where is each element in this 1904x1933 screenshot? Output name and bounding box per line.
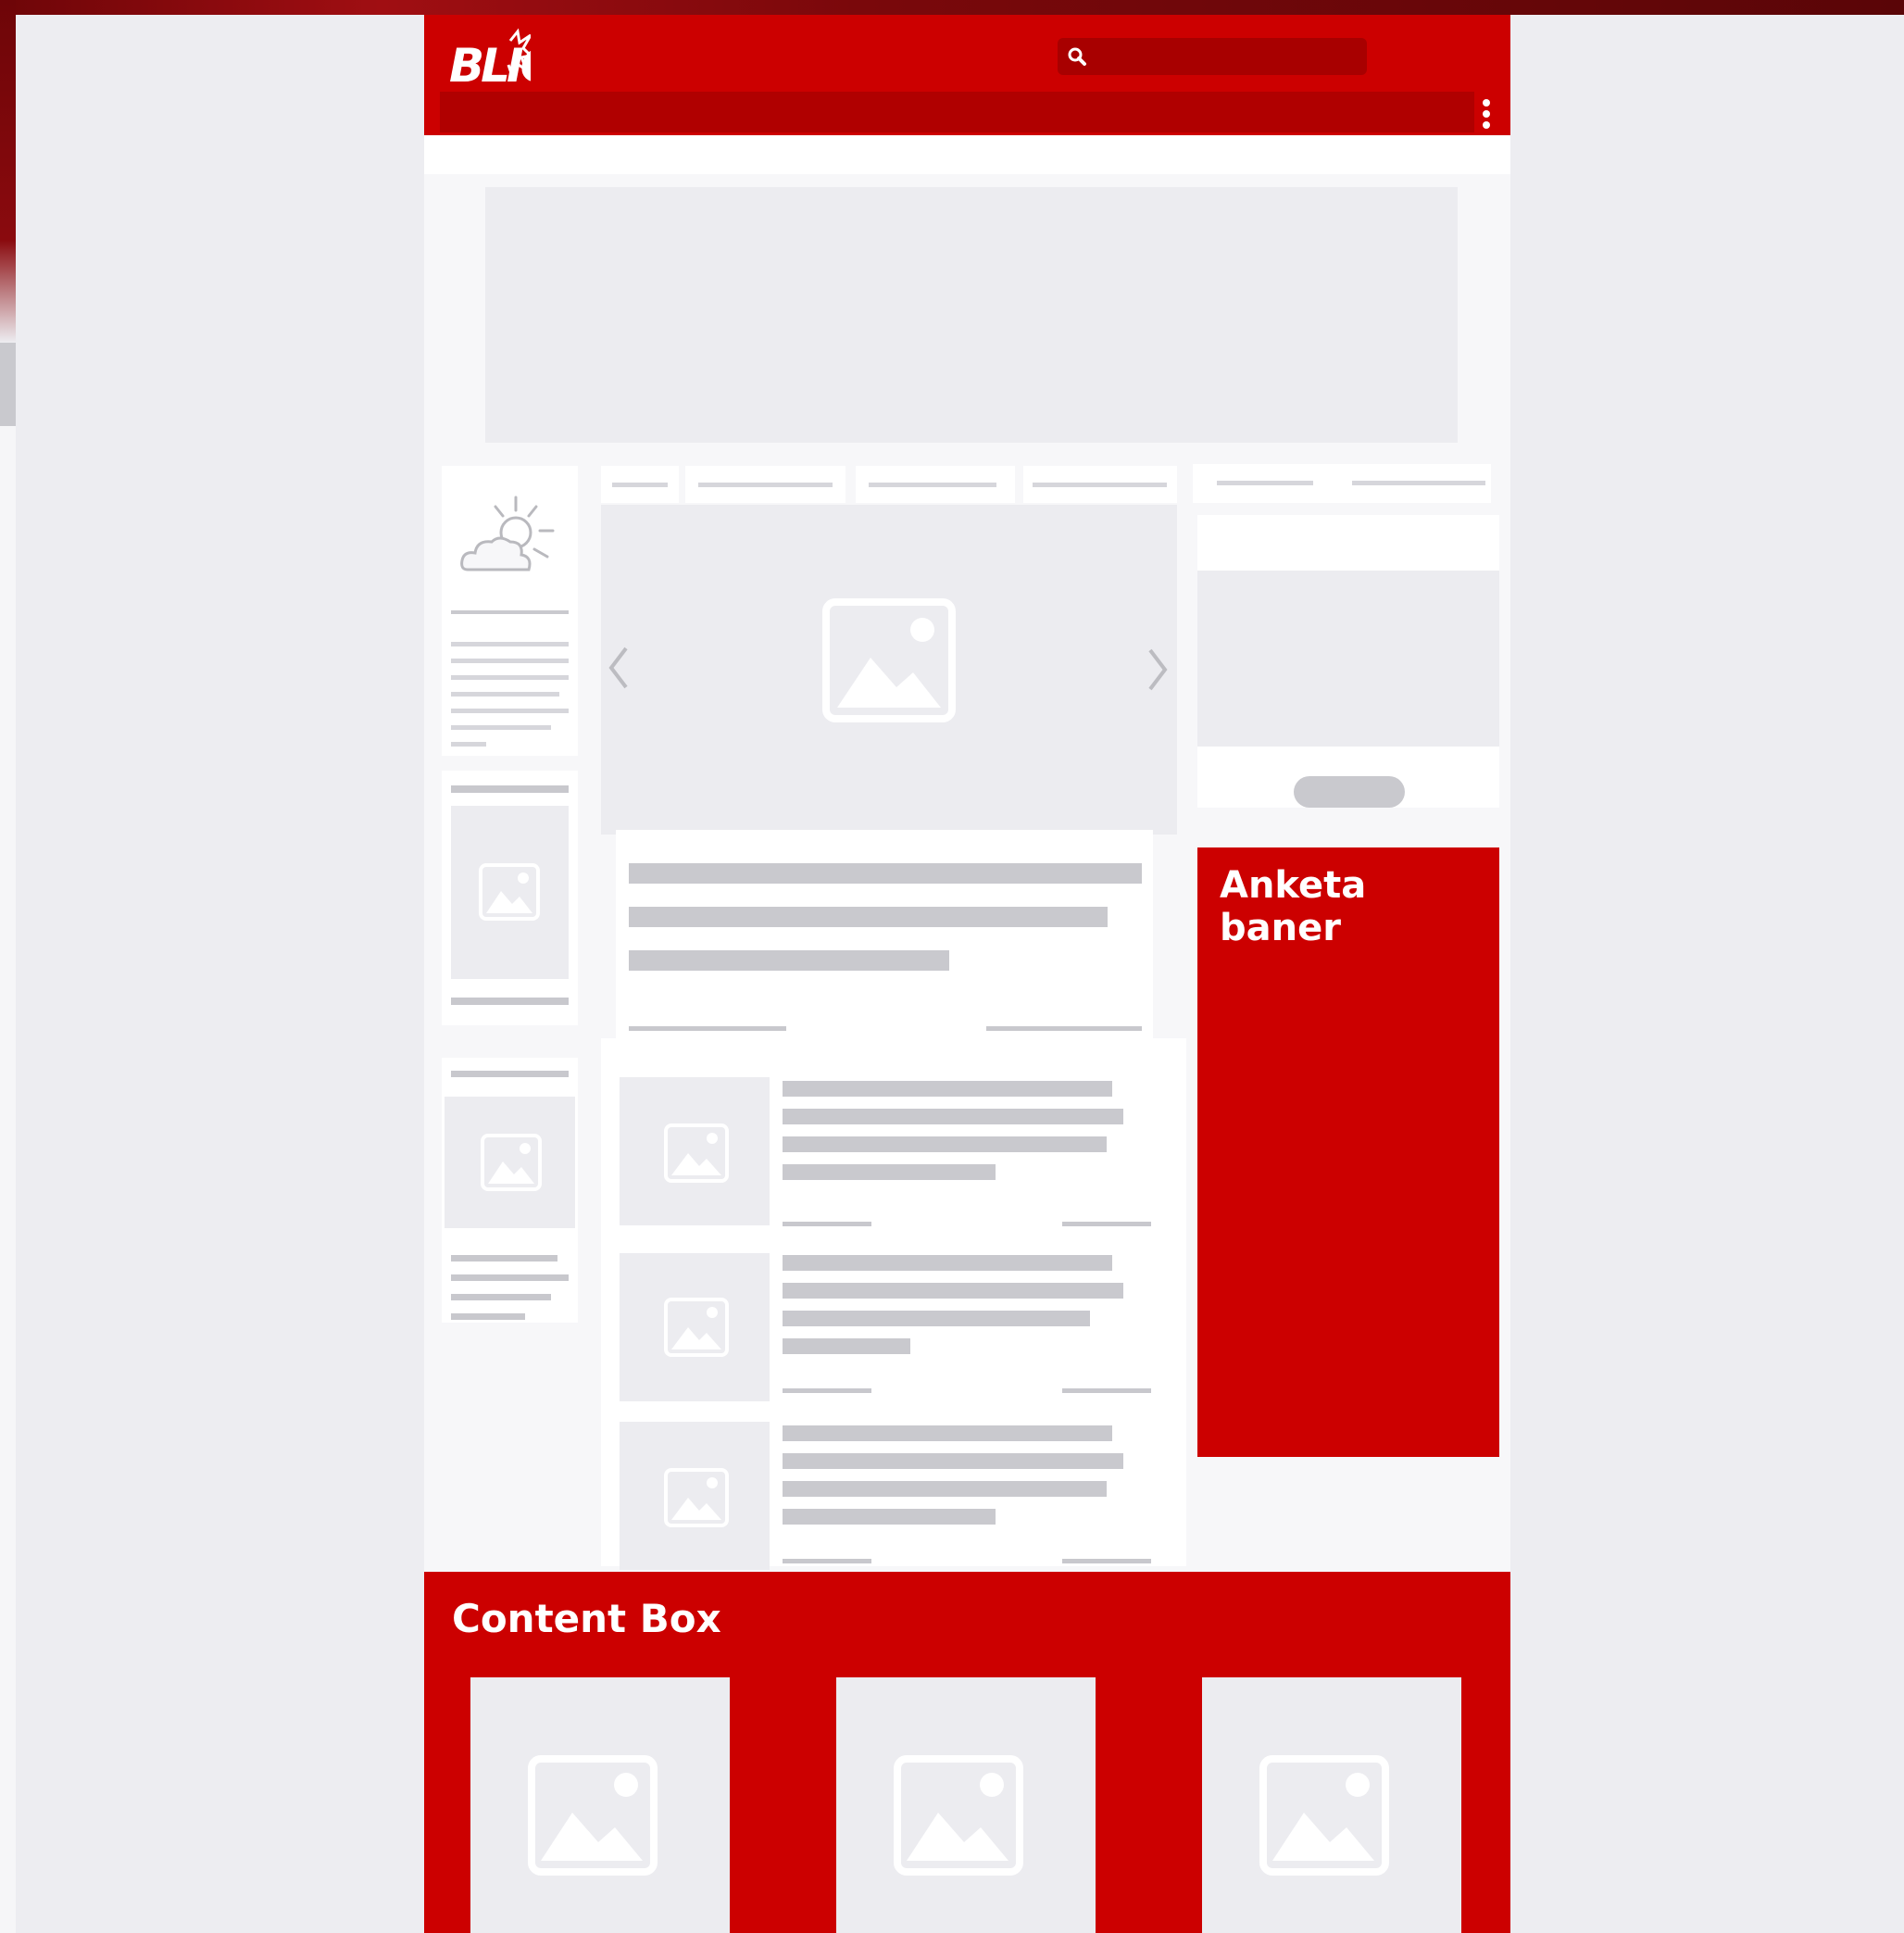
image-placeholder-icon	[481, 1134, 542, 1191]
lead-article-text[interactable]	[616, 830, 1153, 1041]
tab-2[interactable]	[685, 466, 846, 503]
content-box-card[interactable]	[836, 1677, 1096, 1933]
side-article-card[interactable]	[442, 1058, 578, 1323]
content-box-card[interactable]	[470, 1677, 730, 1933]
image-placeholder-icon	[664, 1298, 729, 1357]
tab-1[interactable]	[601, 466, 679, 503]
content-box-card[interactable]	[1202, 1677, 1461, 1933]
image-placeholder-icon	[1259, 1755, 1389, 1876]
poll-widget	[1197, 515, 1499, 808]
site-header: BLIC	[424, 15, 1510, 135]
page-wireframe: BLIC	[424, 15, 1510, 1933]
image-placeholder-icon	[528, 1755, 658, 1876]
top-ad-banner[interactable]	[485, 187, 1458, 443]
left-scrollbar[interactable]	[0, 343, 16, 426]
nav-bar[interactable]	[440, 92, 1474, 132]
right-tabs[interactable]	[1193, 464, 1491, 503]
poll-banner[interactable]: Anketa baner	[1197, 847, 1499, 1457]
article-list	[601, 1038, 1186, 1570]
search-input[interactable]	[1058, 38, 1367, 75]
image-placeholder-icon	[822, 598, 956, 722]
top-decorative-strip	[0, 0, 1904, 15]
left-background	[0, 426, 16, 1933]
kebab-menu-icon[interactable]	[1472, 96, 1500, 133]
tab-3[interactable]	[856, 466, 1015, 503]
weather-widget[interactable]	[442, 466, 578, 756]
poll-button[interactable]	[1294, 776, 1405, 808]
chevron-left-icon[interactable]	[606, 645, 633, 691]
image-placeholder-icon	[664, 1468, 729, 1527]
tab-4[interactable]	[1023, 466, 1177, 503]
header-spacer	[424, 135, 1510, 174]
list-item[interactable]	[601, 1038, 1186, 1226]
side-article-card[interactable]	[442, 771, 578, 1025]
left-decorative-strip	[0, 0, 16, 343]
image-placeholder-icon	[664, 1123, 729, 1183]
chevron-right-icon[interactable]	[1143, 646, 1171, 693]
sun-cloud-icon	[460, 496, 555, 571]
blic-logo[interactable]: BLIC	[447, 28, 531, 98]
content-box-title: Content Box	[452, 1596, 721, 1641]
list-item[interactable]	[601, 1214, 1186, 1401]
list-item[interactable]	[601, 1383, 1186, 1570]
content-box: Content Box	[424, 1572, 1510, 1933]
image-placeholder-icon	[479, 863, 540, 921]
search-icon[interactable]	[1065, 44, 1089, 69]
poll-banner-title: Anketa baner	[1220, 864, 1367, 949]
image-placeholder-icon	[894, 1755, 1023, 1876]
poll-image	[1197, 571, 1499, 747]
